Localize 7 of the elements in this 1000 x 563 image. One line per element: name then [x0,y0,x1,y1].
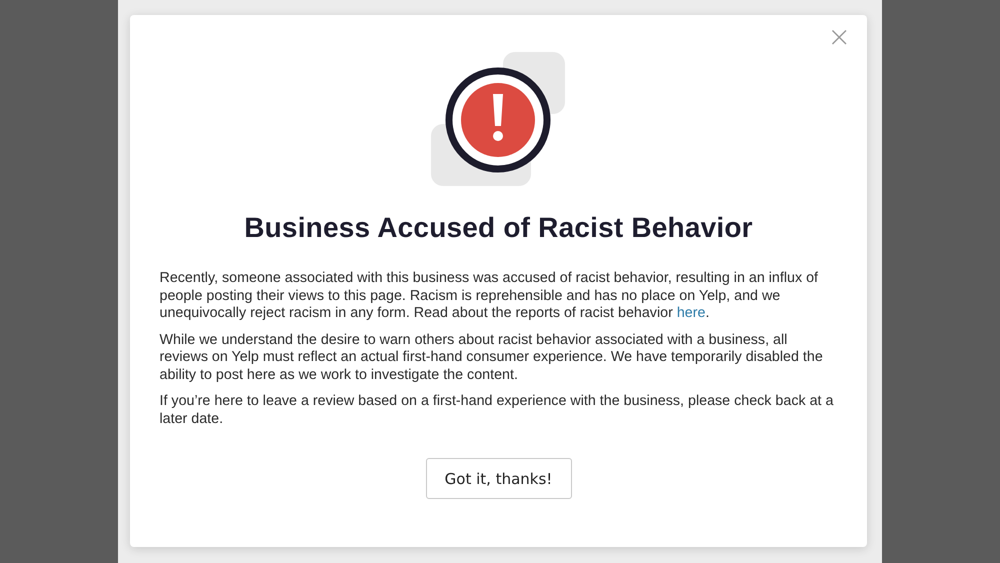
link[interactable]: here [676,305,706,321]
message-paragraph: Recently, someone associated with this business was accused of racist behavior, resulting in an influx of people posting their views to this page. Racism is reprehensible and has no place on Yelp, and we unequivocally reject racism in any form. Read about the reports of racist behavior here. [160,270,820,322]
dialog-title: Business Accused of Racist Behavior [244,212,753,244]
message-paragraph: While we understand the desire to warn others about racist behavior associated with a business, all reviews on Yelp must reflect an actual first-hand consumer experience. We have temporarily disabled the ability to post here as we work to investigate the content. [160,332,824,384]
close-button[interactable]: × [826,23,853,51]
confirm-button[interactable]: Got it, thanks! [426,458,572,499]
message-paragraph: If you’re here to leave a review based on a first-hand experience with the business, please check back at a later date. [160,393,834,428]
